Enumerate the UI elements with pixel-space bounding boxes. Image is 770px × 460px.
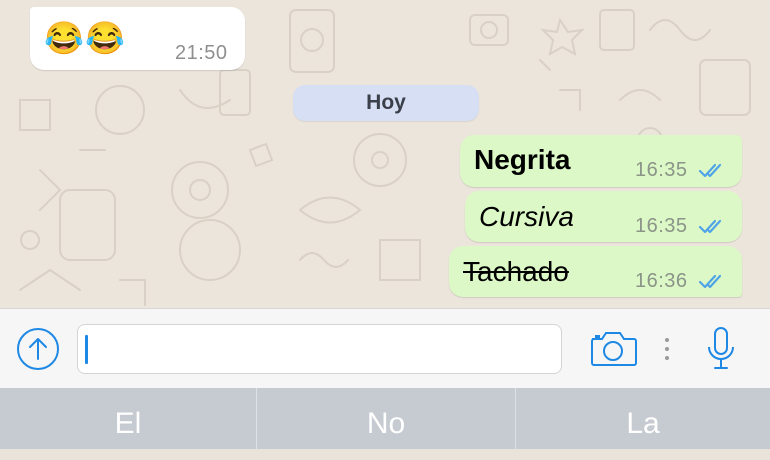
chat-area: 😂 😂 21:50 Hoy Negrita 16:35 Cursiva 16:3… <box>0 0 770 308</box>
read-receipt-icon <box>698 219 722 234</box>
message-time: 16:36 <box>635 270 688 292</box>
message-time: 16:35 <box>635 215 688 237</box>
emoji-laughing: 😂 <box>44 20 84 56</box>
outgoing-message-bubble[interactable]: Negrita 16:35 <box>460 135 742 187</box>
camera-icon[interactable] <box>589 329 639 369</box>
date-separator: Hoy <box>293 85 479 121</box>
read-receipt-icon <box>698 274 722 289</box>
message-text-bold: Negrita <box>474 144 571 175</box>
keyboard-suggestion-bar: El No La <box>0 388 770 449</box>
outgoing-message-bubble[interactable]: Cursiva 16:35 <box>465 191 742 242</box>
text-caret <box>85 335 88 364</box>
incoming-message-bubble[interactable]: 😂 😂 21:50 <box>30 7 245 70</box>
message-input[interactable] <box>77 324 562 374</box>
message-input-bar <box>0 308 770 389</box>
read-receipt-icon <box>698 163 722 178</box>
message-text-strikethrough: Tachado <box>463 256 569 287</box>
message-time: 21:50 <box>175 42 228 64</box>
microphone-icon[interactable] <box>706 325 736 373</box>
outgoing-message-bubble[interactable]: Tachado 16:36 <box>449 246 742 297</box>
suggestion-2[interactable]: No <box>257 388 515 449</box>
emoji-laughing: 😂 <box>85 20 125 56</box>
message-text-italic: Cursiva <box>479 201 574 232</box>
message-time: 16:35 <box>635 159 688 181</box>
upload-arrow-icon[interactable] <box>15 326 61 372</box>
suggestion-3[interactable]: La <box>516 388 770 449</box>
suggestion-1[interactable]: El <box>0 388 256 449</box>
more-dots-icon[interactable] <box>662 334 672 364</box>
